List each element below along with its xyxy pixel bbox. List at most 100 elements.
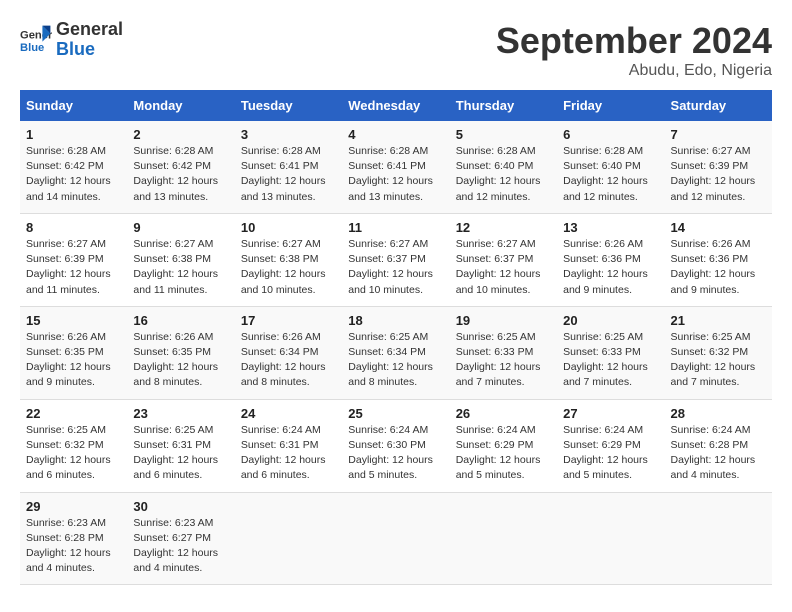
header-friday: Friday: [557, 90, 664, 121]
day-info: Sunrise: 6:24 AM Sunset: 6:28 PM Dayligh…: [671, 423, 766, 484]
day-cell-15: 15 Sunrise: 6:26 AM Sunset: 6:35 PM Dayl…: [20, 306, 127, 399]
day-number: 26: [456, 406, 551, 421]
location: Abudu, Edo, Nigeria: [496, 62, 772, 80]
day-info: Sunrise: 6:23 AM Sunset: 6:28 PM Dayligh…: [26, 516, 121, 577]
day-number: 6: [563, 127, 658, 142]
day-info: Sunrise: 6:25 AM Sunset: 6:33 PM Dayligh…: [456, 330, 551, 391]
day-info: Sunrise: 6:26 AM Sunset: 6:35 PM Dayligh…: [133, 330, 228, 391]
svg-text:Blue: Blue: [20, 42, 44, 54]
day-number: 22: [26, 406, 121, 421]
day-info: Sunrise: 6:27 AM Sunset: 6:38 PM Dayligh…: [133, 237, 228, 298]
day-number: 20: [563, 313, 658, 328]
day-number: 24: [241, 406, 336, 421]
day-number: 29: [26, 499, 121, 514]
day-number: 30: [133, 499, 228, 514]
header-wednesday: Wednesday: [342, 90, 449, 121]
day-number: 28: [671, 406, 766, 421]
day-number: 17: [241, 313, 336, 328]
day-info: Sunrise: 6:23 AM Sunset: 6:27 PM Dayligh…: [133, 516, 228, 577]
day-number: 15: [26, 313, 121, 328]
day-cell-27: 27 Sunrise: 6:24 AM Sunset: 6:29 PM Dayl…: [557, 399, 664, 492]
day-info: Sunrise: 6:27 AM Sunset: 6:37 PM Dayligh…: [348, 237, 443, 298]
day-info: Sunrise: 6:26 AM Sunset: 6:34 PM Dayligh…: [241, 330, 336, 391]
title-area: September 2024 Abudu, Edo, Nigeria: [496, 20, 772, 80]
day-cell-8: 8 Sunrise: 6:27 AM Sunset: 6:39 PM Dayli…: [20, 213, 127, 306]
week-row-5: 29 Sunrise: 6:23 AM Sunset: 6:28 PM Dayl…: [20, 492, 772, 585]
week-row-3: 15 Sunrise: 6:26 AM Sunset: 6:35 PM Dayl…: [20, 306, 772, 399]
day-number: 13: [563, 220, 658, 235]
day-cell-28: 28 Sunrise: 6:24 AM Sunset: 6:28 PM Dayl…: [665, 399, 772, 492]
day-number: 25: [348, 406, 443, 421]
day-info: Sunrise: 6:27 AM Sunset: 6:39 PM Dayligh…: [26, 237, 121, 298]
day-info: Sunrise: 6:27 AM Sunset: 6:38 PM Dayligh…: [241, 237, 336, 298]
day-number: 7: [671, 127, 766, 142]
day-info: Sunrise: 6:28 AM Sunset: 6:40 PM Dayligh…: [563, 144, 658, 205]
day-info: Sunrise: 6:25 AM Sunset: 6:32 PM Dayligh…: [671, 330, 766, 391]
day-info: Sunrise: 6:28 AM Sunset: 6:41 PM Dayligh…: [241, 144, 336, 205]
header-monday: Monday: [127, 90, 234, 121]
day-info: Sunrise: 6:25 AM Sunset: 6:33 PM Dayligh…: [563, 330, 658, 391]
day-info: Sunrise: 6:24 AM Sunset: 6:31 PM Dayligh…: [241, 423, 336, 484]
day-info: Sunrise: 6:24 AM Sunset: 6:29 PM Dayligh…: [563, 423, 658, 484]
calendar-table: SundayMondayTuesdayWednesdayThursdayFrid…: [20, 90, 772, 585]
day-number: 2: [133, 127, 228, 142]
day-cell-1: 1 Sunrise: 6:28 AM Sunset: 6:42 PM Dayli…: [20, 121, 127, 213]
day-cell-23: 23 Sunrise: 6:25 AM Sunset: 6:31 PM Dayl…: [127, 399, 234, 492]
day-cell-5: 5 Sunrise: 6:28 AM Sunset: 6:40 PM Dayli…: [450, 121, 557, 213]
day-cell-4: 4 Sunrise: 6:28 AM Sunset: 6:41 PM Dayli…: [342, 121, 449, 213]
day-cell-10: 10 Sunrise: 6:27 AM Sunset: 6:38 PM Dayl…: [235, 213, 342, 306]
day-info: Sunrise: 6:28 AM Sunset: 6:41 PM Dayligh…: [348, 144, 443, 205]
day-cell-30: 30 Sunrise: 6:23 AM Sunset: 6:27 PM Dayl…: [127, 492, 234, 585]
day-number: 4: [348, 127, 443, 142]
day-number: 12: [456, 220, 551, 235]
day-cell-7: 7 Sunrise: 6:27 AM Sunset: 6:39 PM Dayli…: [665, 121, 772, 213]
week-row-4: 22 Sunrise: 6:25 AM Sunset: 6:32 PM Dayl…: [20, 399, 772, 492]
day-number: 18: [348, 313, 443, 328]
day-number: 10: [241, 220, 336, 235]
week-row-1: 1 Sunrise: 6:28 AM Sunset: 6:42 PM Dayli…: [20, 121, 772, 213]
day-cell-11: 11 Sunrise: 6:27 AM Sunset: 6:37 PM Dayl…: [342, 213, 449, 306]
logo-text: General Blue: [56, 20, 123, 60]
day-cell-6: 6 Sunrise: 6:28 AM Sunset: 6:40 PM Dayli…: [557, 121, 664, 213]
day-info: Sunrise: 6:25 AM Sunset: 6:31 PM Dayligh…: [133, 423, 228, 484]
day-cell-25: 25 Sunrise: 6:24 AM Sunset: 6:30 PM Dayl…: [342, 399, 449, 492]
day-number: 1: [26, 127, 121, 142]
day-number: 27: [563, 406, 658, 421]
month-title: September 2024: [496, 20, 772, 62]
day-cell-14: 14 Sunrise: 6:26 AM Sunset: 6:36 PM Dayl…: [665, 213, 772, 306]
day-cell-9: 9 Sunrise: 6:27 AM Sunset: 6:38 PM Dayli…: [127, 213, 234, 306]
day-info: Sunrise: 6:28 AM Sunset: 6:42 PM Dayligh…: [133, 144, 228, 205]
day-number: 11: [348, 220, 443, 235]
day-number: 5: [456, 127, 551, 142]
day-info: Sunrise: 6:26 AM Sunset: 6:35 PM Dayligh…: [26, 330, 121, 391]
empty-cell: [342, 492, 449, 585]
empty-cell: [235, 492, 342, 585]
header-thursday: Thursday: [450, 90, 557, 121]
day-cell-29: 29 Sunrise: 6:23 AM Sunset: 6:28 PM Dayl…: [20, 492, 127, 585]
day-info: Sunrise: 6:28 AM Sunset: 6:42 PM Dayligh…: [26, 144, 121, 205]
day-number: 21: [671, 313, 766, 328]
day-info: Sunrise: 6:27 AM Sunset: 6:39 PM Dayligh…: [671, 144, 766, 205]
day-info: Sunrise: 6:27 AM Sunset: 6:37 PM Dayligh…: [456, 237, 551, 298]
header-saturday: Saturday: [665, 90, 772, 121]
day-info: Sunrise: 6:24 AM Sunset: 6:29 PM Dayligh…: [456, 423, 551, 484]
day-cell-26: 26 Sunrise: 6:24 AM Sunset: 6:29 PM Dayl…: [450, 399, 557, 492]
day-info: Sunrise: 6:28 AM Sunset: 6:40 PM Dayligh…: [456, 144, 551, 205]
day-cell-3: 3 Sunrise: 6:28 AM Sunset: 6:41 PM Dayli…: [235, 121, 342, 213]
header-tuesday: Tuesday: [235, 90, 342, 121]
day-cell-24: 24 Sunrise: 6:24 AM Sunset: 6:31 PM Dayl…: [235, 399, 342, 492]
day-cell-17: 17 Sunrise: 6:26 AM Sunset: 6:34 PM Dayl…: [235, 306, 342, 399]
week-row-2: 8 Sunrise: 6:27 AM Sunset: 6:39 PM Dayli…: [20, 213, 772, 306]
day-number: 8: [26, 220, 121, 235]
logo-icon: General Blue: [20, 24, 52, 56]
day-number: 3: [241, 127, 336, 142]
day-info: Sunrise: 6:26 AM Sunset: 6:36 PM Dayligh…: [563, 237, 658, 298]
day-cell-13: 13 Sunrise: 6:26 AM Sunset: 6:36 PM Dayl…: [557, 213, 664, 306]
logo: General Blue General Blue: [20, 20, 123, 60]
day-cell-19: 19 Sunrise: 6:25 AM Sunset: 6:33 PM Dayl…: [450, 306, 557, 399]
page-header: General Blue General Blue September 2024…: [20, 20, 772, 80]
day-cell-20: 20 Sunrise: 6:25 AM Sunset: 6:33 PM Dayl…: [557, 306, 664, 399]
day-cell-18: 18 Sunrise: 6:25 AM Sunset: 6:34 PM Dayl…: [342, 306, 449, 399]
day-number: 16: [133, 313, 228, 328]
day-info: Sunrise: 6:25 AM Sunset: 6:34 PM Dayligh…: [348, 330, 443, 391]
